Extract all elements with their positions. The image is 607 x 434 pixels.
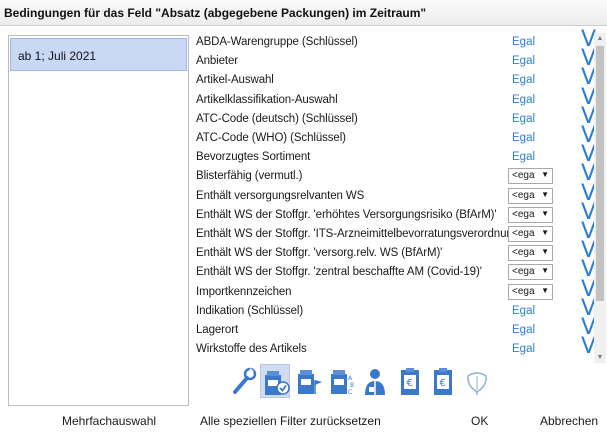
attribute-row: Blisterfähig (vermutl.) <ega ▼ V xyxy=(196,163,596,186)
clipboard-euro-2-icon[interactable]: € xyxy=(428,364,458,398)
svg-text:€: € xyxy=(440,378,446,389)
select-value: <ega xyxy=(512,285,535,297)
attribute-value-link[interactable]: Egal xyxy=(512,343,535,355)
svg-text:C: C xyxy=(348,389,352,396)
attribute-label: Enthält WS der Stoffgr. 'versorg.relv. W… xyxy=(196,247,443,260)
chevron-down-icon[interactable]: ▼ xyxy=(541,209,549,218)
svg-text:€: € xyxy=(407,378,413,389)
attribute-scrollbar[interactable]: ▲ ▼ xyxy=(594,33,606,363)
attribute-label: ATC-Code (WHO) (Schlüssel) xyxy=(196,132,346,144)
attribute-label: Enthält WS der Stoffgr. 'erhöhtes Versor… xyxy=(196,208,497,221)
attribute-value-link[interactable]: Egal xyxy=(512,36,535,48)
attribute-row: ABDA-Warengruppe (Schlüssel) Egal V xyxy=(196,29,596,52)
attribute-label: ATC-Code (deutsch) (Schlüssel) xyxy=(196,112,358,125)
chevron-down-icon[interactable]: ▼ xyxy=(541,228,549,237)
attribute-label: Wirkstoffe des Artikels xyxy=(196,343,307,356)
attribute-row: Enthält WS der Stoffgr. 'zentral beschaf… xyxy=(196,259,596,282)
attribute-label: ABDA-Warengruppe (Schlüssel) xyxy=(196,36,358,48)
select-value: <ega xyxy=(512,247,535,259)
attribute-value-select[interactable]: <ega ▼ xyxy=(508,245,553,262)
chevron-down-icon[interactable]: ▼ xyxy=(541,170,549,179)
wrench-icon[interactable] xyxy=(228,364,258,398)
attribute-label: Importkennzeichen xyxy=(196,285,292,298)
attribute-value-select[interactable]: <ega ▼ xyxy=(508,264,553,281)
pill-box-flag-icon[interactable] xyxy=(294,364,324,398)
filter-category-toolbar: A B C € € xyxy=(228,364,588,400)
attribute-row: Indikation (Schlüssel) Egal V xyxy=(196,297,596,321)
ginkgo-leaf-icon[interactable] xyxy=(462,364,492,398)
attribute-value-select[interactable]: <ega ▼ xyxy=(508,168,553,185)
attribute-row: Enthält WS der Stoffgr. 'versorg.relv. W… xyxy=(196,240,596,263)
multi-select-button[interactable]: Mehrfachauswahl xyxy=(62,414,156,428)
ok-button[interactable]: OK xyxy=(471,414,488,428)
attribute-value-link[interactable]: Egal xyxy=(512,55,535,67)
pill-box-abc-icon[interactable]: A B C xyxy=(327,364,357,398)
attribute-label: Artikel-Auswahl xyxy=(196,74,274,87)
attribute-value-link[interactable]: Egal xyxy=(512,305,535,317)
chevron-down-icon[interactable]: ▼ xyxy=(541,266,549,275)
cancel-button[interactable]: Abbrechen xyxy=(540,414,598,428)
attribute-value-select[interactable]: <ega ▼ xyxy=(508,187,553,204)
attribute-row: ATC-Code (deutsch) (Schlüssel) Egal V xyxy=(196,105,596,129)
attribute-label: Lagerort xyxy=(196,324,239,336)
attribute-value-link[interactable]: Egal xyxy=(512,113,535,125)
attribute-value-link[interactable]: Egal xyxy=(512,94,535,106)
svg-text:B: B xyxy=(350,382,354,389)
attribute-row: Artikel-Auswahl Egal V xyxy=(196,67,596,90)
scroll-up-arrow-icon[interactable]: ▲ xyxy=(594,33,606,44)
attribute-row: Bevorzugtes Sortiment Egal V xyxy=(196,144,596,167)
attribute-value-link[interactable]: Egal xyxy=(512,324,535,336)
attribute-value-select[interactable]: <ega ▼ xyxy=(508,226,553,242)
attribute-row: Lagerort Egal V xyxy=(196,317,596,340)
attribute-list: ABDA-Warengruppe (Schlüssel) Egal V Anbiete… xyxy=(196,29,596,363)
conditions-dialog: Bedingungen für das Feld "Absatz (abgege… xyxy=(0,0,607,434)
period-item[interactable]: ab 1; Juli 2021 xyxy=(10,38,187,71)
select-value: <ega xyxy=(512,266,535,278)
pharmacist-icon[interactable] xyxy=(360,364,390,398)
attribute-label: Artikelklassifikation-Auswahl xyxy=(196,93,338,106)
attribute-row: Importkennzeichen <ega ▼ V xyxy=(196,278,596,302)
attribute-label: Enthält versorgungsrelvanten WS xyxy=(196,189,365,202)
select-value: <ega xyxy=(512,189,535,201)
attribute-label: Blisterfähig (vermutl.) xyxy=(196,170,303,183)
select-value: <ega xyxy=(512,208,535,220)
pill-box-checked-icon[interactable] xyxy=(260,364,290,398)
attribute-row: Artikelklassifikation-Auswahl Egal V xyxy=(196,86,596,110)
attribute-row: Enthält WS der Stoffgr. 'erhöhtes Versor… xyxy=(196,201,596,225)
chevron-down-icon[interactable]: ▼ xyxy=(541,190,549,199)
attribute-value-select[interactable]: <ega ▼ xyxy=(508,206,553,223)
select-value: <ega xyxy=(512,170,535,182)
attribute-label: Bevorzugtes Sortiment xyxy=(196,151,311,164)
attribute-row: Enthält WS der Stoffgr. 'ITS-Arzneimitte… xyxy=(196,221,596,244)
attribute-value-link[interactable]: Egal xyxy=(512,132,535,144)
attribute-row: Anbieter Egal V xyxy=(196,48,596,71)
svg-text:A: A xyxy=(348,375,353,382)
attribute-row: Wirkstoffe des Artikels Egal V xyxy=(196,336,596,359)
clipboard-euro-icon[interactable]: € xyxy=(395,364,425,398)
scroll-down-arrow-icon[interactable]: ▼ xyxy=(594,352,606,363)
attribute-label: Enthält WS der Stoffgr. 'ITS-Arzneimitte… xyxy=(196,228,522,240)
attribute-label: Indikation (Schlüssel) xyxy=(196,304,304,317)
select-value: <ega xyxy=(512,228,535,239)
attribute-label: Anbieter xyxy=(196,55,239,68)
scroll-thumb[interactable] xyxy=(596,46,604,301)
period-list[interactable]: ab 1; Juli 2021 xyxy=(8,35,189,406)
chevron-down-icon[interactable]: ▼ xyxy=(541,286,549,295)
attribute-row: Enthält versorgungsrelvanten WS <ega ▼ V xyxy=(196,182,596,206)
reset-filters-button[interactable]: Alle speziellen Filter zurücksetzen xyxy=(200,414,381,428)
attribute-value-link[interactable]: Egal xyxy=(512,151,535,163)
attribute-row: ATC-Code (WHO) (Schlüssel) Egal V xyxy=(196,125,596,148)
dialog-title: Bedingungen für das Feld "Absatz (abgege… xyxy=(0,0,607,26)
chevron-down-icon[interactable]: ▼ xyxy=(541,247,549,256)
attribute-value-select[interactable]: <ega ▼ xyxy=(508,283,553,300)
attribute-value-link[interactable]: Egal xyxy=(512,74,535,86)
attribute-label: Enthält WS der Stoffgr. 'zentral beschaf… xyxy=(196,266,482,279)
